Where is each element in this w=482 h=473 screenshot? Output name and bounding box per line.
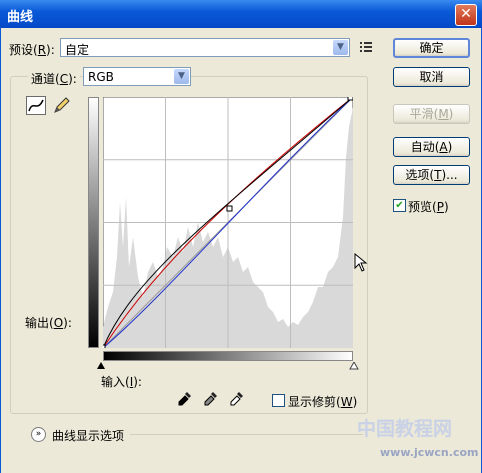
preview-label: 预览(P) — [408, 200, 449, 214]
auto-button[interactable]: 自动(A) — [393, 137, 470, 157]
cancel-button[interactable]: 取消 — [393, 67, 470, 87]
output-gradient-bar — [88, 97, 99, 348]
curve-display-options-label: 曲线显示选项 — [52, 429, 125, 443]
options-button[interactable]: 选项(T)... — [393, 165, 470, 185]
preset-label: 预设(R): — [9, 43, 55, 57]
list-options-icon[interactable] — [360, 41, 373, 53]
white-eyedropper-icon[interactable] — [230, 391, 244, 407]
black-eyedropper-icon[interactable] — [178, 391, 192, 407]
expand-chevron-icon[interactable]: » — [31, 427, 46, 442]
title-bar: 曲线 ✕ — [0, 0, 482, 28]
curve-point-mid[interactable] — [226, 205, 233, 212]
window-title: 曲线 — [7, 10, 34, 25]
white-point-slider[interactable] — [349, 362, 359, 370]
curve-point-start[interactable] — [103, 344, 106, 348]
mouse-cursor-icon — [354, 253, 368, 272]
output-label: 输出(O): — [25, 316, 72, 330]
chevron-down-icon: ▼ — [333, 40, 348, 55]
input-gradient-bar — [103, 351, 353, 361]
channel-select[interactable]: RGB ▼ — [83, 67, 191, 86]
show-clipping-label: 显示修剪(W) — [288, 395, 358, 409]
divider — [130, 434, 363, 435]
input-label: 输入(I): — [101, 375, 142, 389]
channel-label: 通道(C): — [28, 70, 80, 87]
chevron-down-icon: ▼ — [174, 69, 189, 84]
curve-point-end[interactable] — [347, 97, 353, 101]
smooth-button[interactable]: 平滑(M) — [393, 104, 470, 124]
check-icon: ✔ — [395, 200, 404, 211]
watermark-url: www.jcwcn.com — [380, 446, 479, 459]
channel-value: RGB — [88, 70, 114, 84]
ok-button[interactable]: 确定 — [393, 38, 470, 58]
pencil-icon[interactable] — [51, 96, 71, 115]
show-clipping-checkbox[interactable] — [272, 394, 285, 407]
curve-tool-button[interactable] — [26, 96, 46, 115]
preview-checkbox[interactable]: ✔ — [393, 199, 406, 212]
preset-value: 自定 — [65, 43, 90, 57]
gray-eyedropper-icon[interactable] — [204, 391, 218, 407]
watermark-title: 中国教程网 — [357, 418, 453, 440]
curve-icon — [28, 99, 44, 112]
close-button[interactable]: ✕ — [455, 4, 477, 26]
black-point-slider[interactable] — [97, 362, 105, 369]
close-icon: ✕ — [460, 6, 472, 22]
preset-select[interactable]: 自定 ▼ — [60, 38, 350, 57]
curve-graph[interactable] — [103, 97, 353, 348]
